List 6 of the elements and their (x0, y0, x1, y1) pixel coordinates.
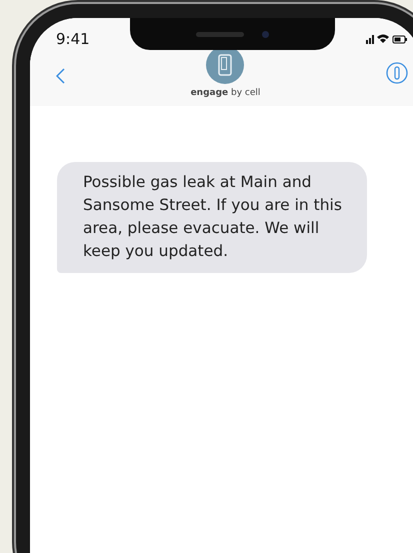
status-icons (366, 33, 408, 45)
message-bubble: Possible gas leak at Main and Sansome Street. If you are in this area, please evacuate. We will keep you updated. (57, 162, 367, 273)
info-icon[interactable] (386, 62, 408, 84)
back-icon[interactable] (56, 68, 65, 84)
status-time: 9:41 (56, 30, 90, 48)
contact-name: engage by cell (190, 88, 260, 98)
